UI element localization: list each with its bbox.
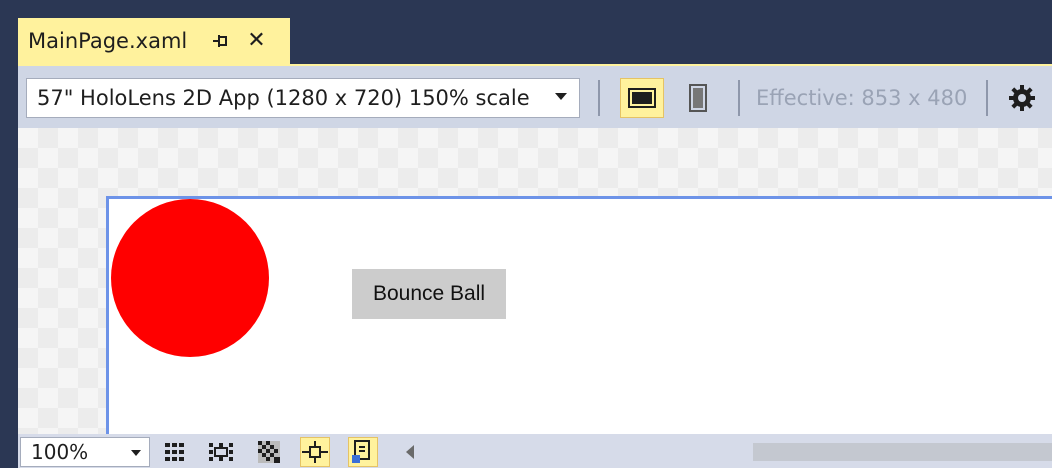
device-select-value: 57" HoloLens 2D App (1280 x 720) 150% sc… [37, 86, 530, 110]
horizontal-scrollbar-thumb[interactable] [753, 443, 1052, 461]
landscape-icon [628, 88, 656, 108]
artboard-background-button[interactable] [254, 437, 284, 467]
effective-resolution: Effective: 853 x 480 [756, 86, 968, 110]
toolbar-separator [986, 80, 988, 116]
snap-to-grid-button[interactable] [206, 437, 236, 467]
snap-to-snaplines-button[interactable] [300, 437, 330, 467]
toolbar-separator [738, 80, 740, 116]
left-edge [0, 0, 18, 468]
designer-toolbar: 57" HoloLens 2D App (1280 x 720) 150% sc… [18, 64, 1052, 128]
chevron-down-icon [555, 93, 567, 100]
document-tab[interactable]: MainPage.xaml ✕ [18, 18, 290, 64]
bounce-ball-button[interactable]: Bounce Ball [352, 269, 506, 319]
grid-toggle-button[interactable] [160, 437, 190, 467]
close-icon[interactable]: ✕ [247, 30, 265, 52]
zoom-value: 100% [31, 440, 89, 464]
pin-icon[interactable] [209, 30, 231, 52]
ball-ellipse[interactable] [111, 199, 269, 357]
zoom-select[interactable]: 100% [20, 437, 150, 467]
landscape-button[interactable] [620, 78, 664, 118]
document-icon [352, 440, 370, 463]
chevron-down-icon [131, 450, 141, 456]
toolbar-separator [598, 80, 600, 116]
gear-icon[interactable] [1008, 84, 1036, 112]
page-preview[interactable]: Bounce Ball [106, 196, 1052, 456]
checker-icon [258, 441, 280, 463]
snap-icon [209, 443, 233, 461]
snap-to-points-icon [302, 441, 328, 463]
design-canvas[interactable]: Bounce Ball [18, 128, 1052, 456]
portrait-button[interactable] [676, 78, 720, 118]
grid-icon [165, 443, 184, 461]
project-code-button[interactable] [348, 437, 378, 467]
device-select[interactable]: 57" HoloLens 2D App (1280 x 720) 150% sc… [26, 78, 580, 118]
designer-bottom-bar: 100% [18, 434, 1052, 468]
tab-title: MainPage.xaml [28, 29, 188, 53]
scroll-left-arrow[interactable] [406, 445, 414, 459]
portrait-icon [689, 84, 707, 112]
